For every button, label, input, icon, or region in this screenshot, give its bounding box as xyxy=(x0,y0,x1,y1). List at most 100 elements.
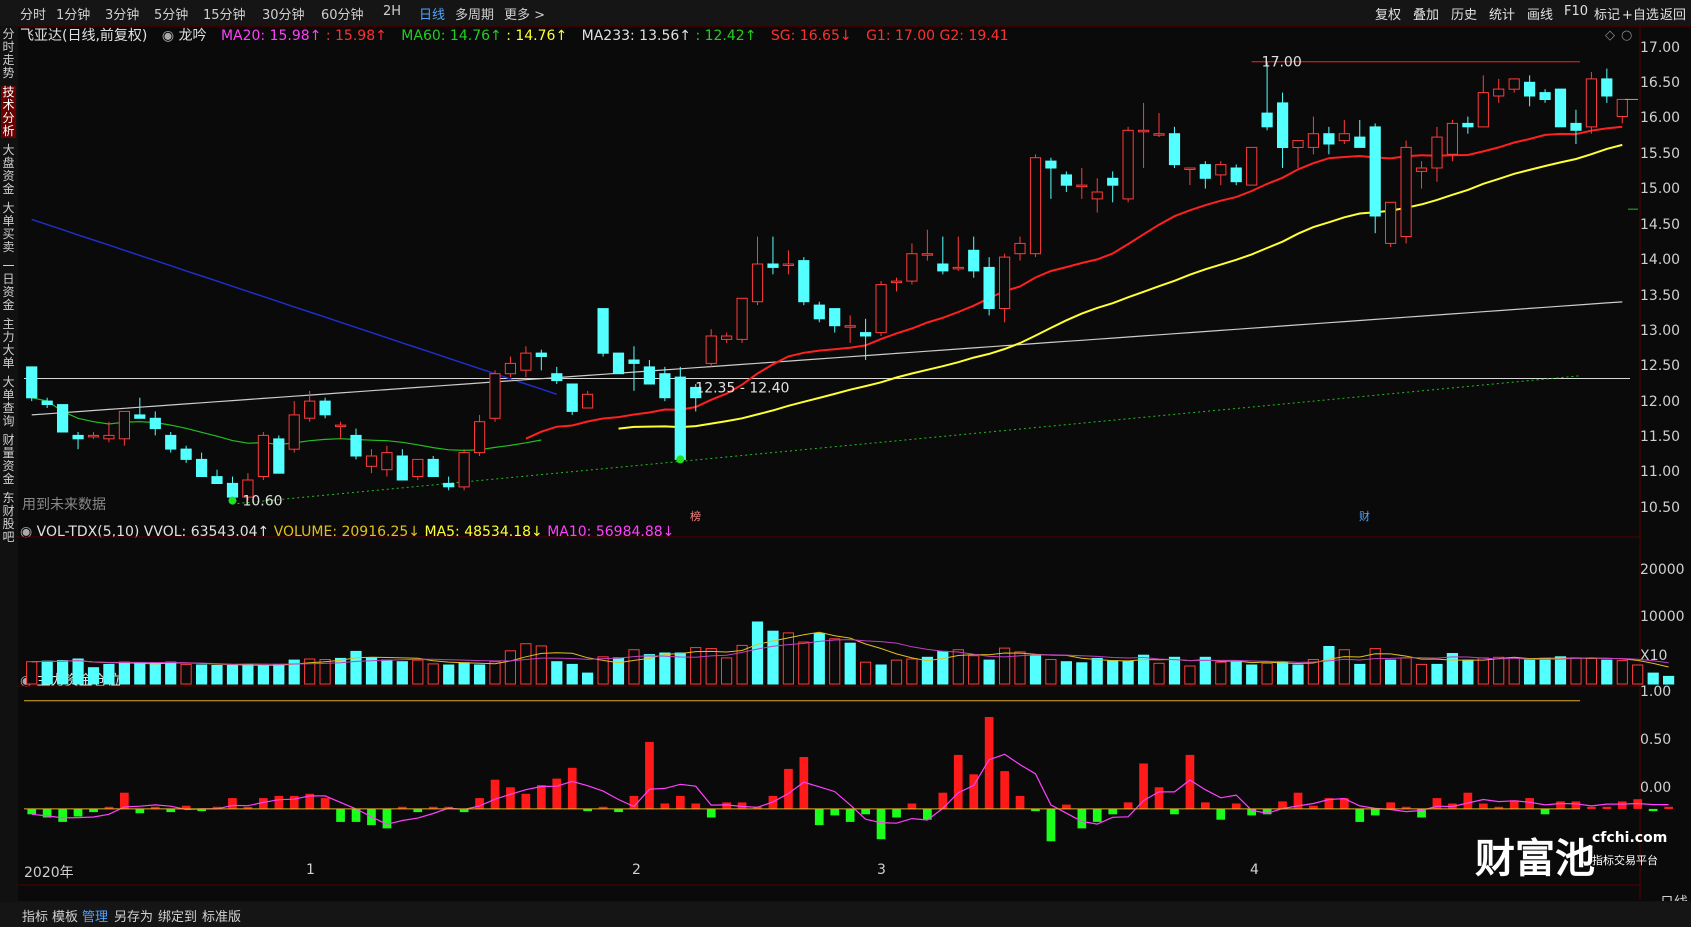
volume-bar xyxy=(721,657,733,685)
sidebar-tab-guba[interactable]: 东财股吧 xyxy=(1,492,16,544)
fund-bar xyxy=(475,798,484,809)
candle-body xyxy=(1184,167,1196,170)
tf-5min[interactable]: 5分钟 xyxy=(154,4,188,23)
cai-marker[interactable]: 财 xyxy=(1359,508,1370,524)
tab-indicator[interactable]: 指标 xyxy=(22,906,48,925)
tf-15min[interactable]: 15分钟 xyxy=(203,4,246,23)
candle-body xyxy=(335,424,347,428)
add-watchlist-button[interactable]: +自选 xyxy=(1622,4,1659,23)
sidebar-tab-volume-fund[interactable]: 财量资金 xyxy=(1,434,16,486)
volume-bar xyxy=(674,652,686,685)
candle-body xyxy=(1122,129,1134,200)
trend-line xyxy=(232,375,1581,505)
volume-bar xyxy=(566,663,578,685)
fund-bar xyxy=(1247,808,1256,816)
candle-body xyxy=(659,373,671,399)
tf-2h[interactable]: 2H xyxy=(383,4,401,19)
volume-bar xyxy=(628,649,640,685)
high-label: 17.00 xyxy=(1262,55,1302,71)
sidebar-tab-day-fund[interactable]: 一日资金 xyxy=(1,260,16,312)
tf-fenshi[interactable]: 分时 xyxy=(20,4,46,23)
tf-more[interactable]: 更多 > xyxy=(504,4,545,23)
fund-bar xyxy=(1633,799,1643,809)
draw-button[interactable]: 画线 xyxy=(1527,4,1553,23)
candle-body xyxy=(1385,201,1397,244)
f10-button[interactable]: F10 xyxy=(1564,4,1588,19)
tab-template[interactable]: 模板 xyxy=(52,906,78,925)
candle-body xyxy=(1138,129,1150,133)
ma233-value: MA233: 13.56↑ xyxy=(581,28,691,44)
x-tick: 3 xyxy=(877,862,886,878)
fund-bar xyxy=(289,795,299,809)
future-data-note: 用到未来数据 xyxy=(22,497,106,513)
candle-body xyxy=(1261,112,1273,128)
fund-bar xyxy=(1231,803,1241,809)
fund-bar xyxy=(1417,808,1426,818)
sidebar-tab-market-fund[interactable]: 大盘资金 xyxy=(1,144,16,196)
indicator-name[interactable]: 龙吟 xyxy=(179,28,207,44)
mark-button[interactable]: 标记 xyxy=(1594,4,1620,23)
bang-marker[interactable]: 榜 xyxy=(690,508,701,524)
volume-bar xyxy=(1338,649,1350,685)
tf-3min[interactable]: 3分钟 xyxy=(105,4,139,23)
candle-body xyxy=(736,297,748,340)
tf-60min[interactable]: 60分钟 xyxy=(321,4,364,23)
sidebar-tab-big-order[interactable]: 大单买卖 xyxy=(1,202,16,254)
tf-multi[interactable]: 多周期 xyxy=(455,4,494,23)
volume-bar xyxy=(798,641,810,685)
candle-body xyxy=(211,476,223,485)
fund-bar xyxy=(259,798,268,809)
price-tick: 11.00 xyxy=(1640,464,1681,480)
candle-body xyxy=(1601,78,1613,97)
volume-bar xyxy=(612,657,625,685)
candle-body xyxy=(674,376,686,460)
green-marker xyxy=(676,455,685,464)
panel-close-icon[interactable]: ○ xyxy=(1621,28,1632,43)
sidebar-tab-big-query[interactable]: 大单查询 xyxy=(1,376,16,428)
back-button[interactable]: 返回 xyxy=(1660,4,1686,23)
candle-body xyxy=(952,266,964,270)
fund-bar xyxy=(676,795,685,809)
fund-bar xyxy=(1401,806,1411,809)
volume-bar xyxy=(381,659,393,685)
panel-settings-icon[interactable]: ◇ xyxy=(1605,28,1615,43)
vol-tick: 10000 xyxy=(1640,609,1685,625)
tab-manage[interactable]: 管理 xyxy=(82,906,108,925)
vol-ma5-line xyxy=(31,631,1669,668)
fund-bar xyxy=(104,806,114,809)
candle-body xyxy=(798,260,810,303)
candle-body xyxy=(165,434,177,450)
sidebar-tab-fenshi[interactable]: 分时走势 xyxy=(1,28,16,80)
candle-body xyxy=(983,266,995,309)
volume-bar xyxy=(813,632,825,685)
volume-bar xyxy=(1462,659,1474,685)
vol-unit: X10 xyxy=(1640,648,1668,664)
stats-button[interactable]: 统计 xyxy=(1489,4,1515,23)
fuquan-button[interactable]: 复权 xyxy=(1375,4,1401,23)
tab-standard[interactable]: 标准版 xyxy=(202,906,241,925)
sidebar-tab-main-big[interactable]: 主力大单 xyxy=(1,318,16,370)
candle-body xyxy=(906,253,918,282)
volume-bar xyxy=(551,661,563,685)
tf-30min[interactable]: 30分钟 xyxy=(262,4,305,23)
tf-daily[interactable]: 日线 xyxy=(419,4,445,23)
fund-bar xyxy=(814,808,824,826)
volume-bar xyxy=(165,661,177,685)
sidebar-tab-tech[interactable]: 技术分析 xyxy=(1,86,16,138)
fund-bar xyxy=(1525,798,1534,809)
tab-bind-to[interactable]: 绑定到 xyxy=(158,906,197,925)
history-button[interactable]: 历史 xyxy=(1451,4,1477,23)
candle-body xyxy=(829,308,841,327)
tab-save-as[interactable]: 另存为 xyxy=(114,906,153,925)
price-tick: 10.50 xyxy=(1640,500,1681,516)
volume-bar xyxy=(983,659,995,685)
candle-body xyxy=(1400,146,1412,237)
tf-1min[interactable]: 1分钟 xyxy=(56,4,90,23)
candle-body xyxy=(443,482,455,488)
volume-bar xyxy=(736,644,748,685)
overlay-button[interactable]: 叠加 xyxy=(1413,4,1439,23)
fund-bar xyxy=(892,808,901,818)
fund-ma-line xyxy=(31,753,1669,825)
fund-bar xyxy=(228,798,237,809)
candle-body xyxy=(597,308,609,354)
